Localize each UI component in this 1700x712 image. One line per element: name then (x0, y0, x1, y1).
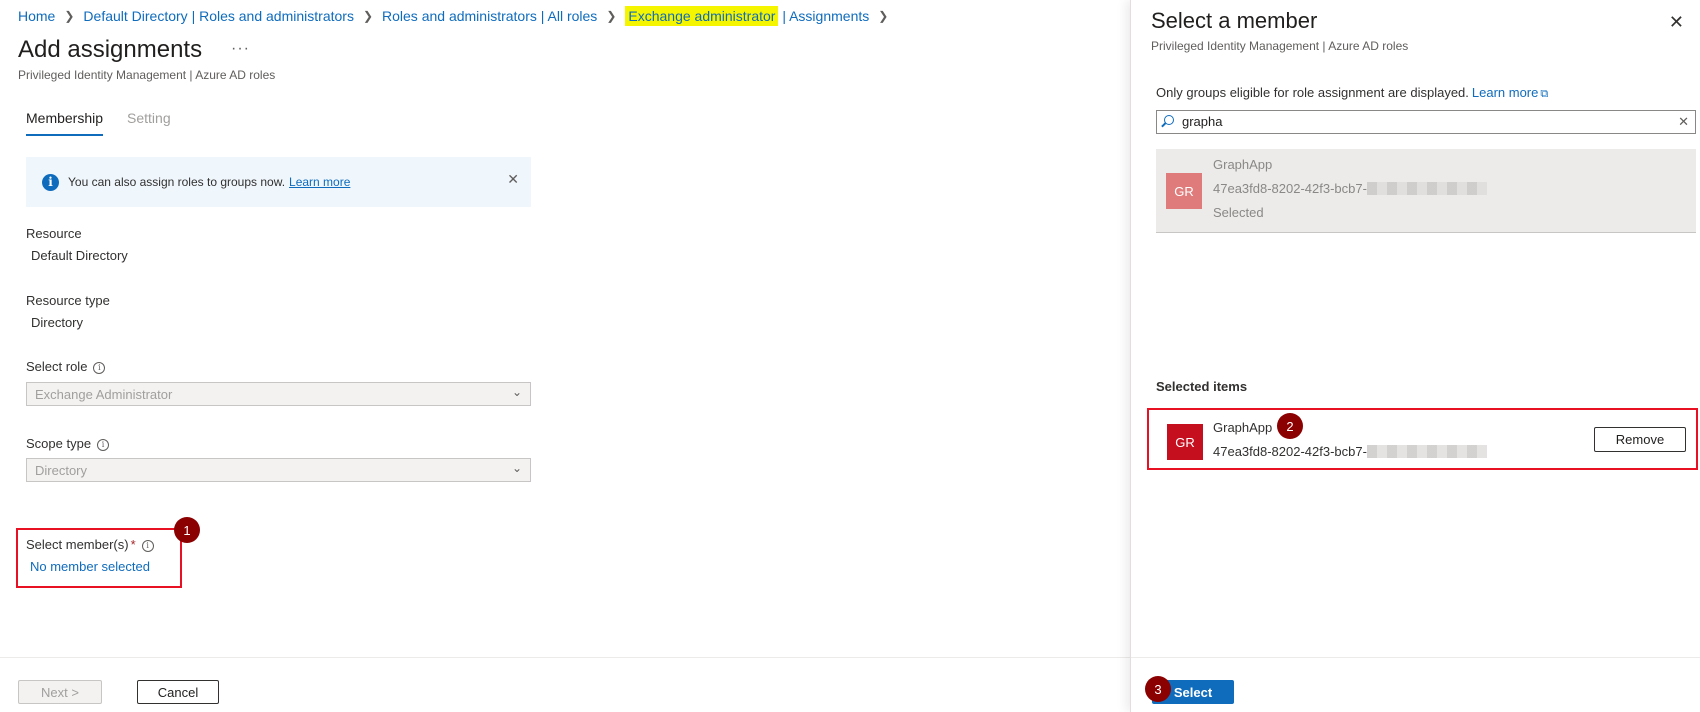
panel-title: Select a member (1151, 8, 1318, 33)
chevron-right-icon: ❯ (64, 9, 75, 23)
scope-type-value: Directory (35, 463, 88, 478)
info-icon[interactable]: i (141, 539, 154, 552)
select-role-label: Select role (26, 359, 88, 374)
close-icon[interactable]: ✕ (1669, 12, 1684, 33)
chevron-down-icon: ⌄ (511, 385, 522, 399)
banner-learn-more-link[interactable]: Learn more (289, 175, 350, 189)
breadcrumb-exchange-admin[interactable]: Exchange administrator | Assignments (625, 6, 870, 26)
eligibility-note-text: Only groups eligible for role assignment… (1156, 85, 1469, 100)
resource-label: Resource (26, 226, 82, 241)
info-icon: i (42, 173, 59, 191)
select-role-dropdown: Exchange Administrator ⌄ (26, 382, 531, 406)
search-result-item[interactable]: GR GraphApp 47ea3fd8-8202-42f3-bcb7- Sel… (1156, 149, 1696, 233)
selected-id-text: 47ea3fd8-8202-42f3-bcb7- (1213, 444, 1367, 459)
info-icon[interactable]: i (97, 438, 110, 451)
close-icon[interactable]: ✕ (507, 171, 519, 188)
remove-button[interactable]: Remove (1594, 427, 1686, 452)
chevron-right-icon: ❯ (362, 9, 374, 23)
external-link-icon: ⧉ (1540, 88, 1549, 100)
select-member-panel: Select a member Privileged Identity Mana… (1130, 0, 1700, 712)
chevron-right-icon: ❯ (606, 9, 617, 23)
search-icon (1164, 115, 1174, 125)
selected-item-object-id: 47ea3fd8-8202-42f3-bcb7- (1213, 444, 1487, 459)
step-badge-1: 1 (174, 517, 200, 543)
avatar: GR (1166, 173, 1202, 209)
select-role-label-row: Select role i (26, 359, 106, 374)
scope-type-label-row: Scope type i (26, 436, 110, 451)
required-marker: * (130, 537, 136, 552)
select-members-callout: Select member(s) * i No member selected (16, 528, 182, 588)
breadcrumb-default-directory[interactable]: Default Directory | Roles and administra… (83, 8, 354, 24)
select-role-value: Exchange Administrator (35, 387, 173, 402)
selected-item-callout: GR GraphApp 47ea3fd8-8202-42f3-bcb7- Rem… (1147, 408, 1698, 470)
page-subtitle: Privileged Identity Management | Azure A… (18, 68, 276, 82)
selected-item-name: GraphApp (1213, 420, 1273, 435)
result-status: Selected (1213, 205, 1264, 220)
chevron-down-icon: ⌄ (511, 461, 522, 475)
select-members-label-row: Select member(s) * i (26, 537, 154, 552)
footer-bar: Next > Cancel (0, 657, 1130, 712)
panel-subtitle: Privileged Identity Management | Azure A… (1151, 39, 1409, 53)
highlighted-text: Exchange administrator (625, 6, 779, 26)
breadcrumb: Home ❯ Default Directory | Roles and adm… (18, 6, 897, 26)
selected-items-heading: Selected items (1156, 379, 1248, 394)
resource-type-label: Resource type (26, 293, 110, 308)
breadcrumb-all-roles[interactable]: Roles and administrators | All roles (382, 8, 597, 24)
resource-type-value: Directory (31, 315, 84, 330)
next-button[interactable]: Next > (18, 680, 102, 704)
select-members-label: Select member(s) (26, 537, 129, 552)
cancel-button[interactable]: Cancel (137, 680, 219, 704)
result-name: GraphApp (1213, 157, 1273, 172)
info-icon[interactable]: i (93, 361, 106, 374)
tab-membership[interactable]: Membership (26, 110, 104, 136)
breadcrumb-home[interactable]: Home (18, 8, 55, 24)
clear-icon[interactable]: ✕ (1678, 114, 1689, 130)
step-badge-3: 3 (1145, 676, 1171, 702)
resource-value: Default Directory (31, 248, 128, 263)
avatar: GR (1167, 424, 1203, 460)
banner-text: You can also assign roles to groups now. (68, 175, 286, 189)
result-id-text: 47ea3fd8-8202-42f3-bcb7- (1213, 181, 1367, 196)
search-value: grapha (1182, 114, 1223, 129)
search-input[interactable]: grapha ✕ (1156, 110, 1696, 134)
chevron-right-icon: ❯ (878, 9, 889, 23)
scope-type-label: Scope type (26, 436, 92, 451)
no-member-selected-link[interactable]: No member selected (30, 559, 150, 574)
scope-type-dropdown: Directory ⌄ (26, 458, 531, 482)
breadcrumb-assignments: | Assignments (782, 8, 870, 24)
result-object-id: 47ea3fd8-8202-42f3-bcb7- (1213, 181, 1487, 196)
panel-footer: Select 3 (1131, 657, 1700, 712)
main-blade: Home ❯ Default Directory | Roles and adm… (0, 0, 1130, 712)
info-banner: i You can also assign roles to groups no… (26, 157, 531, 207)
step-badge-2: 2 (1277, 413, 1303, 439)
redacted-block (1366, 182, 1487, 195)
learn-more-link[interactable]: Learn more (1472, 85, 1538, 100)
eligibility-note: Only groups eligible for role assignment… (1156, 85, 1548, 101)
page-title: Add assignments (18, 36, 203, 63)
tab-setting[interactable]: Setting (127, 110, 171, 136)
redacted-block (1366, 445, 1487, 458)
tab-bar: Membership Setting (26, 110, 195, 136)
more-options-button[interactable]: ··· (231, 40, 250, 58)
